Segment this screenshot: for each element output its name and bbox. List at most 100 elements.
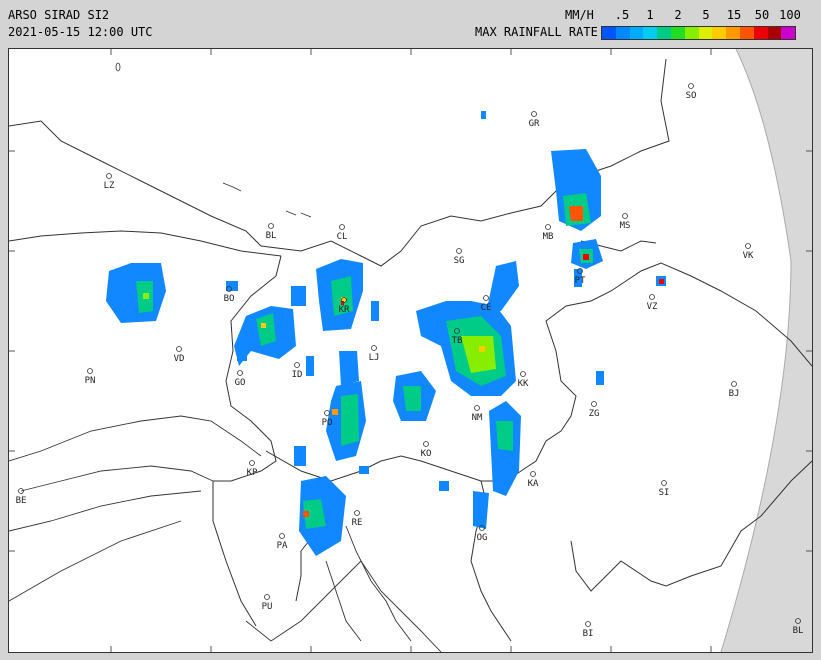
city-label: LZ (104, 181, 115, 191)
legend-swatch (615, 27, 630, 39)
rain-cell (403, 386, 421, 411)
city-marker-icon (474, 405, 480, 411)
city-marker-icon (87, 368, 93, 374)
city-marker-icon (649, 294, 655, 300)
city-label: BI (583, 629, 594, 639)
rain-cell (496, 421, 513, 451)
rain-cell (481, 111, 486, 119)
legend-swatch (781, 27, 796, 39)
city-marker-icon (456, 248, 462, 254)
legend-title: MAX RAINFALL RATE (475, 25, 598, 39)
city-marker-icon (268, 223, 274, 229)
rain-cell (439, 481, 449, 491)
rain-cell (569, 206, 583, 221)
city-marker-icon (585, 621, 591, 627)
city-label: ZG (589, 409, 600, 419)
city-marker-icon (354, 510, 360, 516)
coastline (9, 415, 442, 652)
city-marker-icon (237, 370, 243, 376)
rain-cell (306, 356, 314, 376)
city-label: SO (686, 91, 697, 101)
rain-cell (106, 263, 166, 323)
rainfall-legend (601, 26, 797, 40)
legend-swatch (753, 27, 768, 39)
city-marker-icon (591, 401, 597, 407)
city-marker-icon (531, 111, 537, 117)
legend-swatch (657, 27, 671, 39)
city-label: PU (262, 602, 273, 612)
city-label: GR (529, 119, 540, 129)
city-label: KP (247, 468, 258, 478)
city-label: SG (454, 256, 465, 266)
legend-tick-label: 2 (674, 8, 682, 22)
city-marker-icon (483, 295, 489, 301)
city-label: KA (528, 479, 539, 489)
city-label: MS (620, 221, 631, 231)
cities: SO GR LZ MS BL CL MB VK SG PT BO CE VZ KR TB LJ VD KK PN GO… (16, 83, 804, 639)
rain-cell (341, 394, 359, 446)
city-marker-icon (661, 480, 667, 486)
city-label: CE (481, 303, 492, 313)
legend-tick-label: 5 (702, 8, 710, 22)
city-marker-icon (423, 441, 429, 447)
city-label: OG (477, 533, 488, 543)
city-label: LJ (369, 353, 380, 363)
city-marker-icon (106, 173, 112, 179)
city-marker-icon (279, 533, 285, 539)
rain-cell (359, 466, 369, 474)
city-marker-icon (294, 362, 300, 368)
rain-cell (237, 346, 247, 361)
city-label: SI (659, 488, 670, 498)
rain-cell (332, 409, 338, 415)
city-label: VD (174, 354, 185, 364)
rain-cell (294, 446, 306, 466)
city-marker-icon (731, 381, 737, 387)
radar-map[interactable]: SO GR LZ MS BL CL MB VK SG PT BO CE VZ KR TB LJ VD KK PN GO… (8, 48, 813, 653)
legend-swatch (726, 27, 740, 39)
city-label: PN (85, 376, 96, 386)
country-borders (9, 58, 812, 642)
legend-swatch (602, 27, 616, 39)
city-label: PT (575, 276, 586, 286)
city-label: BJ (729, 389, 740, 399)
rain-cell (226, 281, 238, 291)
city-label: BL (793, 626, 804, 636)
timestamp: 2021-05-15 12:00 UTC (8, 25, 153, 39)
city-marker-icon (176, 346, 182, 352)
legend-swatch (739, 27, 754, 39)
rain-cell (371, 301, 379, 321)
legend-swatch (670, 27, 685, 39)
rain-cell (291, 286, 306, 306)
legend-swatch (684, 27, 699, 39)
city-marker-icon (520, 371, 526, 377)
rain-cell (596, 371, 604, 385)
city-marker-icon (530, 471, 536, 477)
city-label: VZ (647, 302, 658, 312)
city-label: CL (337, 232, 348, 242)
city-label: PO (322, 418, 333, 428)
city-marker-icon (622, 213, 628, 219)
city-label: ID (292, 370, 303, 380)
city-marker-icon (371, 345, 377, 351)
rain-cell (143, 293, 149, 299)
city-marker-icon (249, 460, 255, 466)
units-label: MM/H (565, 8, 594, 22)
city-label: NM (472, 413, 483, 423)
city-label: KK (518, 379, 529, 389)
legend-swatch (712, 27, 727, 39)
product-title: ARSO SIRAD SI2 (8, 8, 110, 22)
rain-cell (473, 491, 489, 529)
city-label: TB (452, 336, 463, 346)
city-marker-icon (688, 83, 694, 89)
city-label: VK (743, 251, 754, 261)
rain-cell (479, 346, 485, 352)
city-label: KO (421, 449, 432, 459)
city-marker-icon (264, 594, 270, 600)
legend-tick-label: 1 (646, 8, 654, 22)
legend-tick-label: 15 (726, 8, 742, 22)
city-label: PA (277, 541, 288, 551)
city-label: BO (224, 294, 235, 304)
city-label: BL (266, 231, 277, 241)
rain-cell (659, 279, 664, 284)
rain-cells (106, 111, 666, 556)
